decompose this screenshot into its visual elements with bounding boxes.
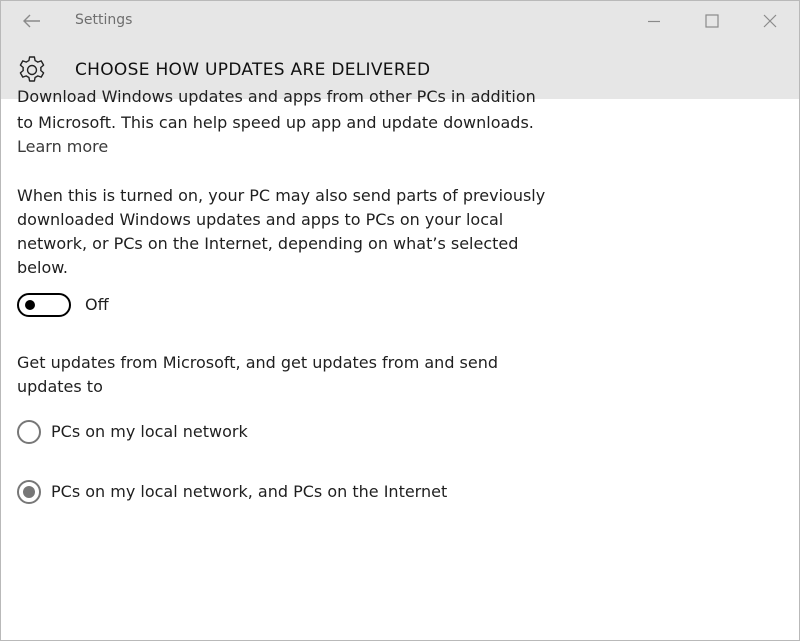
- minimize-button[interactable]: [625, 1, 683, 41]
- toggle-state-label: Off: [85, 295, 109, 314]
- radio-local-network[interactable]: PCs on my local network: [17, 419, 248, 445]
- learn-more-link[interactable]: Learn more: [17, 135, 108, 159]
- radio-local-and-internet[interactable]: PCs on my local network, and PCs on the …: [17, 479, 447, 505]
- back-button[interactable]: [15, 7, 49, 35]
- settings-window: Settings CHOOSE HOW UPDATES ARE DELIVERE…: [0, 0, 800, 641]
- maximize-icon: [705, 14, 719, 28]
- radio-dot: [23, 486, 35, 498]
- radio-button[interactable]: [17, 420, 41, 444]
- page-title: CHOOSE HOW UPDATES ARE DELIVERED: [75, 60, 431, 80]
- back-arrow-icon: [23, 14, 40, 28]
- minimize-icon: [648, 20, 660, 23]
- radio-label: PCs on my local network, and PCs on the …: [51, 482, 448, 501]
- maximize-button[interactable]: [683, 1, 741, 41]
- options-heading: Get updates from Microsoft, and get upda…: [17, 353, 499, 396]
- gear-icon: [19, 56, 45, 82]
- description-text: When this is turned on, your PC may also…: [17, 186, 546, 277]
- intro-text: to Microsoft. This can help speed up app…: [17, 113, 534, 132]
- app-title: Settings: [75, 12, 133, 28]
- toggle-switch[interactable]: [17, 293, 71, 317]
- window-controls: [625, 1, 799, 41]
- close-button[interactable]: [741, 1, 799, 41]
- radio-label: PCs on my local network: [51, 422, 248, 441]
- close-icon: [763, 14, 777, 28]
- title-bar: Settings: [1, 1, 799, 41]
- toggle-knob: [25, 300, 35, 310]
- scrolled-text-line: Download Windows updates and apps from o…: [17, 87, 536, 106]
- delivery-optimization-toggle[interactable]: Off: [17, 292, 109, 318]
- radio-button-selected[interactable]: [17, 480, 41, 504]
